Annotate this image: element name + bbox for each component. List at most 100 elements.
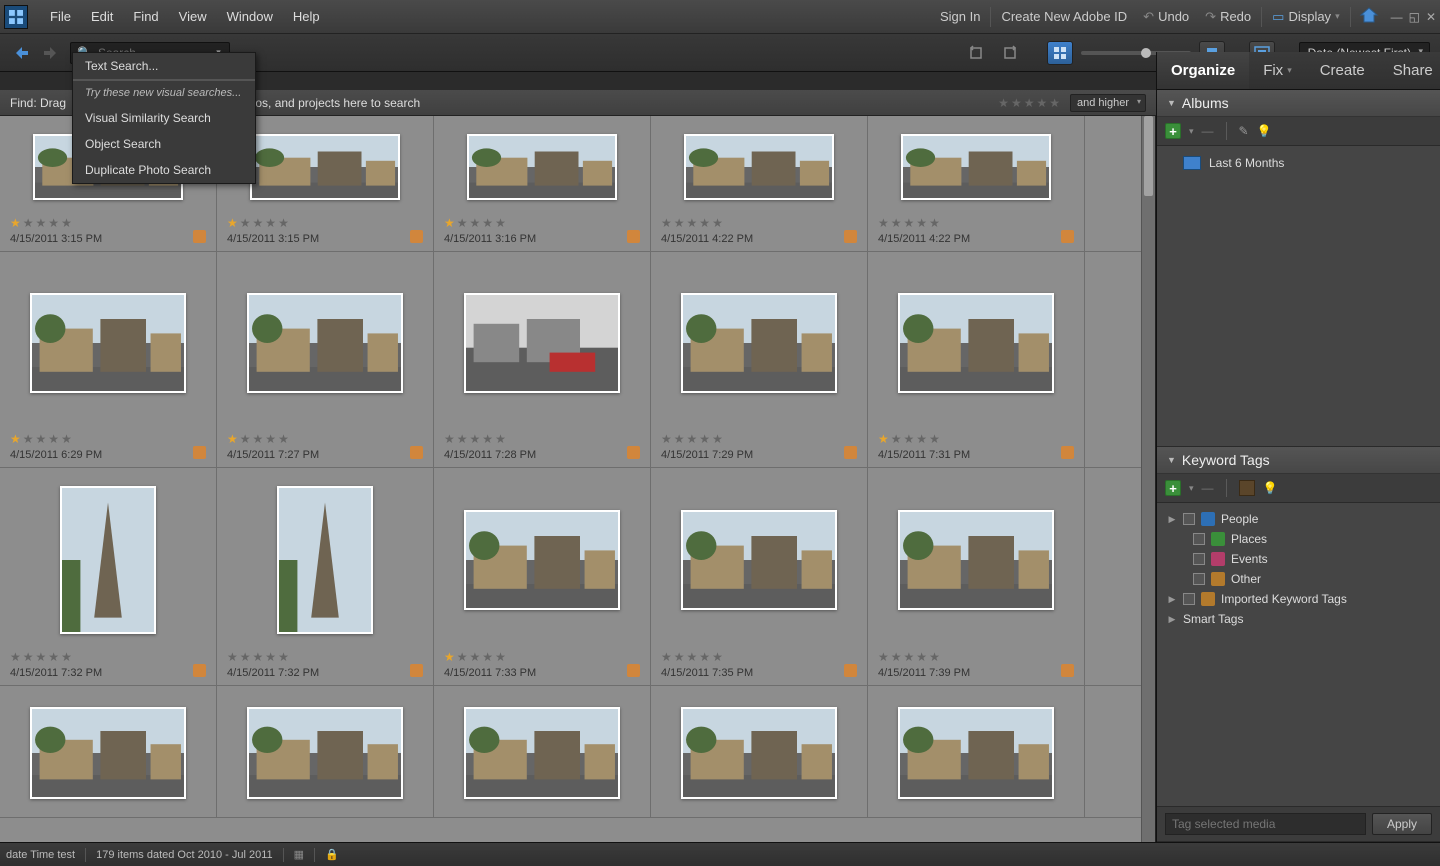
- rotate-ccw-button[interactable]: [963, 41, 989, 65]
- thumbnail-cell[interactable]: [217, 686, 434, 817]
- display-dropdown[interactable]: ▭ Display▾: [1264, 9, 1347, 25]
- thumbnail-cell[interactable]: ★★★★★4/15/2011 3:16 PM: [434, 116, 651, 251]
- rating-stars[interactable]: ★★★★★: [661, 432, 857, 446]
- tag-badge-icon[interactable]: [627, 230, 640, 243]
- thumbnail-cell[interactable]: ★★★★★4/15/2011 7:31 PM: [868, 252, 1085, 467]
- rating-filter-dropdown[interactable]: and higher: [1070, 94, 1146, 112]
- add-tag-button[interactable]: +: [1165, 480, 1181, 496]
- thumbnail-image[interactable]: [464, 707, 620, 799]
- thumbnail-cell[interactable]: ★★★★★4/15/2011 7:39 PM: [868, 468, 1085, 685]
- nav-back-button[interactable]: [10, 42, 32, 64]
- zoom-thumb[interactable]: [1141, 48, 1151, 58]
- thumbnail-cell[interactable]: ★★★★★4/15/2011 7:32 PM: [0, 468, 217, 685]
- menu-find[interactable]: Find: [123, 9, 168, 24]
- thumbnail-cell[interactable]: [0, 686, 217, 817]
- thumbnail-cell[interactable]: ★★★★★4/15/2011 7:29 PM: [651, 252, 868, 467]
- thumbnail-image[interactable]: [681, 707, 837, 799]
- rating-stars[interactable]: ★★★★★: [227, 216, 423, 230]
- rating-stars[interactable]: ★★★★★: [878, 432, 1074, 446]
- tag-imported[interactable]: ▶Imported Keyword Tags: [1165, 589, 1432, 609]
- thumbnail-image[interactable]: [464, 293, 620, 393]
- thumbnail-image[interactable]: [681, 293, 837, 393]
- albums-caret[interactable]: ▾: [1189, 126, 1194, 137]
- thumbnail-image[interactable]: [464, 510, 620, 610]
- apply-button[interactable]: Apply: [1372, 813, 1432, 835]
- menu-file[interactable]: File: [40, 9, 81, 24]
- thumbnail-image[interactable]: [30, 707, 186, 799]
- home-icon[interactable]: [1359, 6, 1379, 27]
- album-item[interactable]: Last 6 Months: [1165, 152, 1432, 174]
- rating-stars[interactable]: ★★★★★: [878, 216, 1074, 230]
- thumbnail-image[interactable]: [250, 134, 400, 200]
- minimize-button[interactable]: —: [1391, 10, 1403, 24]
- rating-filter-stars[interactable]: ★★★★★: [998, 96, 1060, 110]
- tab-share[interactable]: Share: [1379, 52, 1440, 89]
- tag-badge-icon[interactable]: [627, 664, 640, 677]
- tab-organize[interactable]: Organize: [1157, 52, 1249, 89]
- tag-people[interactable]: ▶People: [1165, 509, 1432, 529]
- tag-badge-icon[interactable]: [1061, 664, 1074, 677]
- thumbnail-cell[interactable]: ★★★★★4/15/2011 7:35 PM: [651, 468, 868, 685]
- tag-badge-icon[interactable]: [193, 230, 206, 243]
- close-button[interactable]: ✕: [1426, 10, 1436, 24]
- rating-stars[interactable]: ★★★★★: [227, 432, 423, 446]
- status-icon-2[interactable]: 🔒: [325, 848, 339, 861]
- menu-window[interactable]: Window: [217, 9, 283, 24]
- tag-input[interactable]: [1165, 813, 1366, 835]
- app-icon[interactable]: [4, 5, 28, 29]
- restore-button[interactable]: ◱: [1409, 10, 1420, 24]
- scrollbar-thumb[interactable]: [1144, 116, 1153, 196]
- tag-badge-icon[interactable]: [1061, 230, 1074, 243]
- create-adobe-id-link[interactable]: Create New Adobe ID: [993, 9, 1135, 24]
- rating-stars[interactable]: ★★★★★: [661, 216, 857, 230]
- thumbnail-image[interactable]: [277, 486, 373, 634]
- rating-stars[interactable]: ★★★★★: [878, 650, 1074, 664]
- keyword-tags-header[interactable]: ▼Keyword Tags: [1157, 447, 1440, 474]
- thumbnail-image[interactable]: [684, 134, 834, 200]
- thumbnail-cell[interactable]: [434, 686, 651, 817]
- edit-album-button[interactable]: ✎: [1239, 124, 1249, 138]
- albums-header[interactable]: ▼Albums: [1157, 90, 1440, 117]
- tips-button[interactable]: 💡: [1263, 481, 1278, 495]
- status-filter[interactable]: date Time test: [6, 849, 75, 861]
- rating-stars[interactable]: ★★★★★: [444, 216, 640, 230]
- rating-stars[interactable]: ★★★★★: [661, 650, 857, 664]
- thumbnail-cell[interactable]: [868, 686, 1085, 817]
- tag-badge-icon[interactable]: [193, 664, 206, 677]
- tag-badge-icon[interactable]: [410, 446, 423, 459]
- redo-button[interactable]: ↷Redo: [1197, 9, 1259, 25]
- rating-stars[interactable]: ★★★★★: [10, 432, 206, 446]
- thumbnail-cell[interactable]: ★★★★★4/15/2011 4:22 PM: [651, 116, 868, 251]
- tag-events[interactable]: Events: [1165, 549, 1432, 569]
- nav-forward-button[interactable]: [40, 42, 62, 64]
- menu-help[interactable]: Help: [283, 9, 330, 24]
- thumbnail-image[interactable]: [898, 510, 1054, 610]
- tips-button[interactable]: 💡: [1257, 124, 1272, 138]
- status-icon-1[interactable]: ▦: [294, 848, 304, 861]
- thumbnail-image[interactable]: [247, 707, 403, 799]
- thumbnail-cell[interactable]: ★★★★★4/15/2011 4:22 PM: [868, 116, 1085, 251]
- tag-badge-icon[interactable]: [627, 446, 640, 459]
- tag-smart[interactable]: ▶Smart Tags: [1165, 609, 1432, 629]
- tag-badge-icon[interactable]: [844, 664, 857, 677]
- thumbnail-image[interactable]: [898, 707, 1054, 799]
- thumbnail-cell[interactable]: ★★★★★4/15/2011 7:28 PM: [434, 252, 651, 467]
- tab-fix[interactable]: Fix▾: [1249, 52, 1306, 89]
- thumbnail-cell[interactable]: ★★★★★4/15/2011 7:33 PM: [434, 468, 651, 685]
- tag-badge-icon[interactable]: [1061, 446, 1074, 459]
- menu-visual-similarity[interactable]: Visual Similarity Search: [73, 105, 255, 131]
- tag-badge-icon[interactable]: [193, 446, 206, 459]
- rating-stars[interactable]: ★★★★★: [444, 650, 640, 664]
- tag-badge-icon[interactable]: [410, 664, 423, 677]
- tag-badge-icon[interactable]: [844, 446, 857, 459]
- thumbnail-image[interactable]: [60, 486, 156, 634]
- rating-stars[interactable]: ★★★★★: [10, 216, 206, 230]
- thumbnail-image[interactable]: [898, 293, 1054, 393]
- thumbnail-image[interactable]: [901, 134, 1051, 200]
- thumbnail-image[interactable]: [247, 293, 403, 393]
- menu-view[interactable]: View: [169, 9, 217, 24]
- sign-in-link[interactable]: Sign In: [932, 9, 988, 24]
- add-album-button[interactable]: +: [1165, 123, 1181, 139]
- menu-edit[interactable]: Edit: [81, 9, 123, 24]
- tag-badge-icon[interactable]: [844, 230, 857, 243]
